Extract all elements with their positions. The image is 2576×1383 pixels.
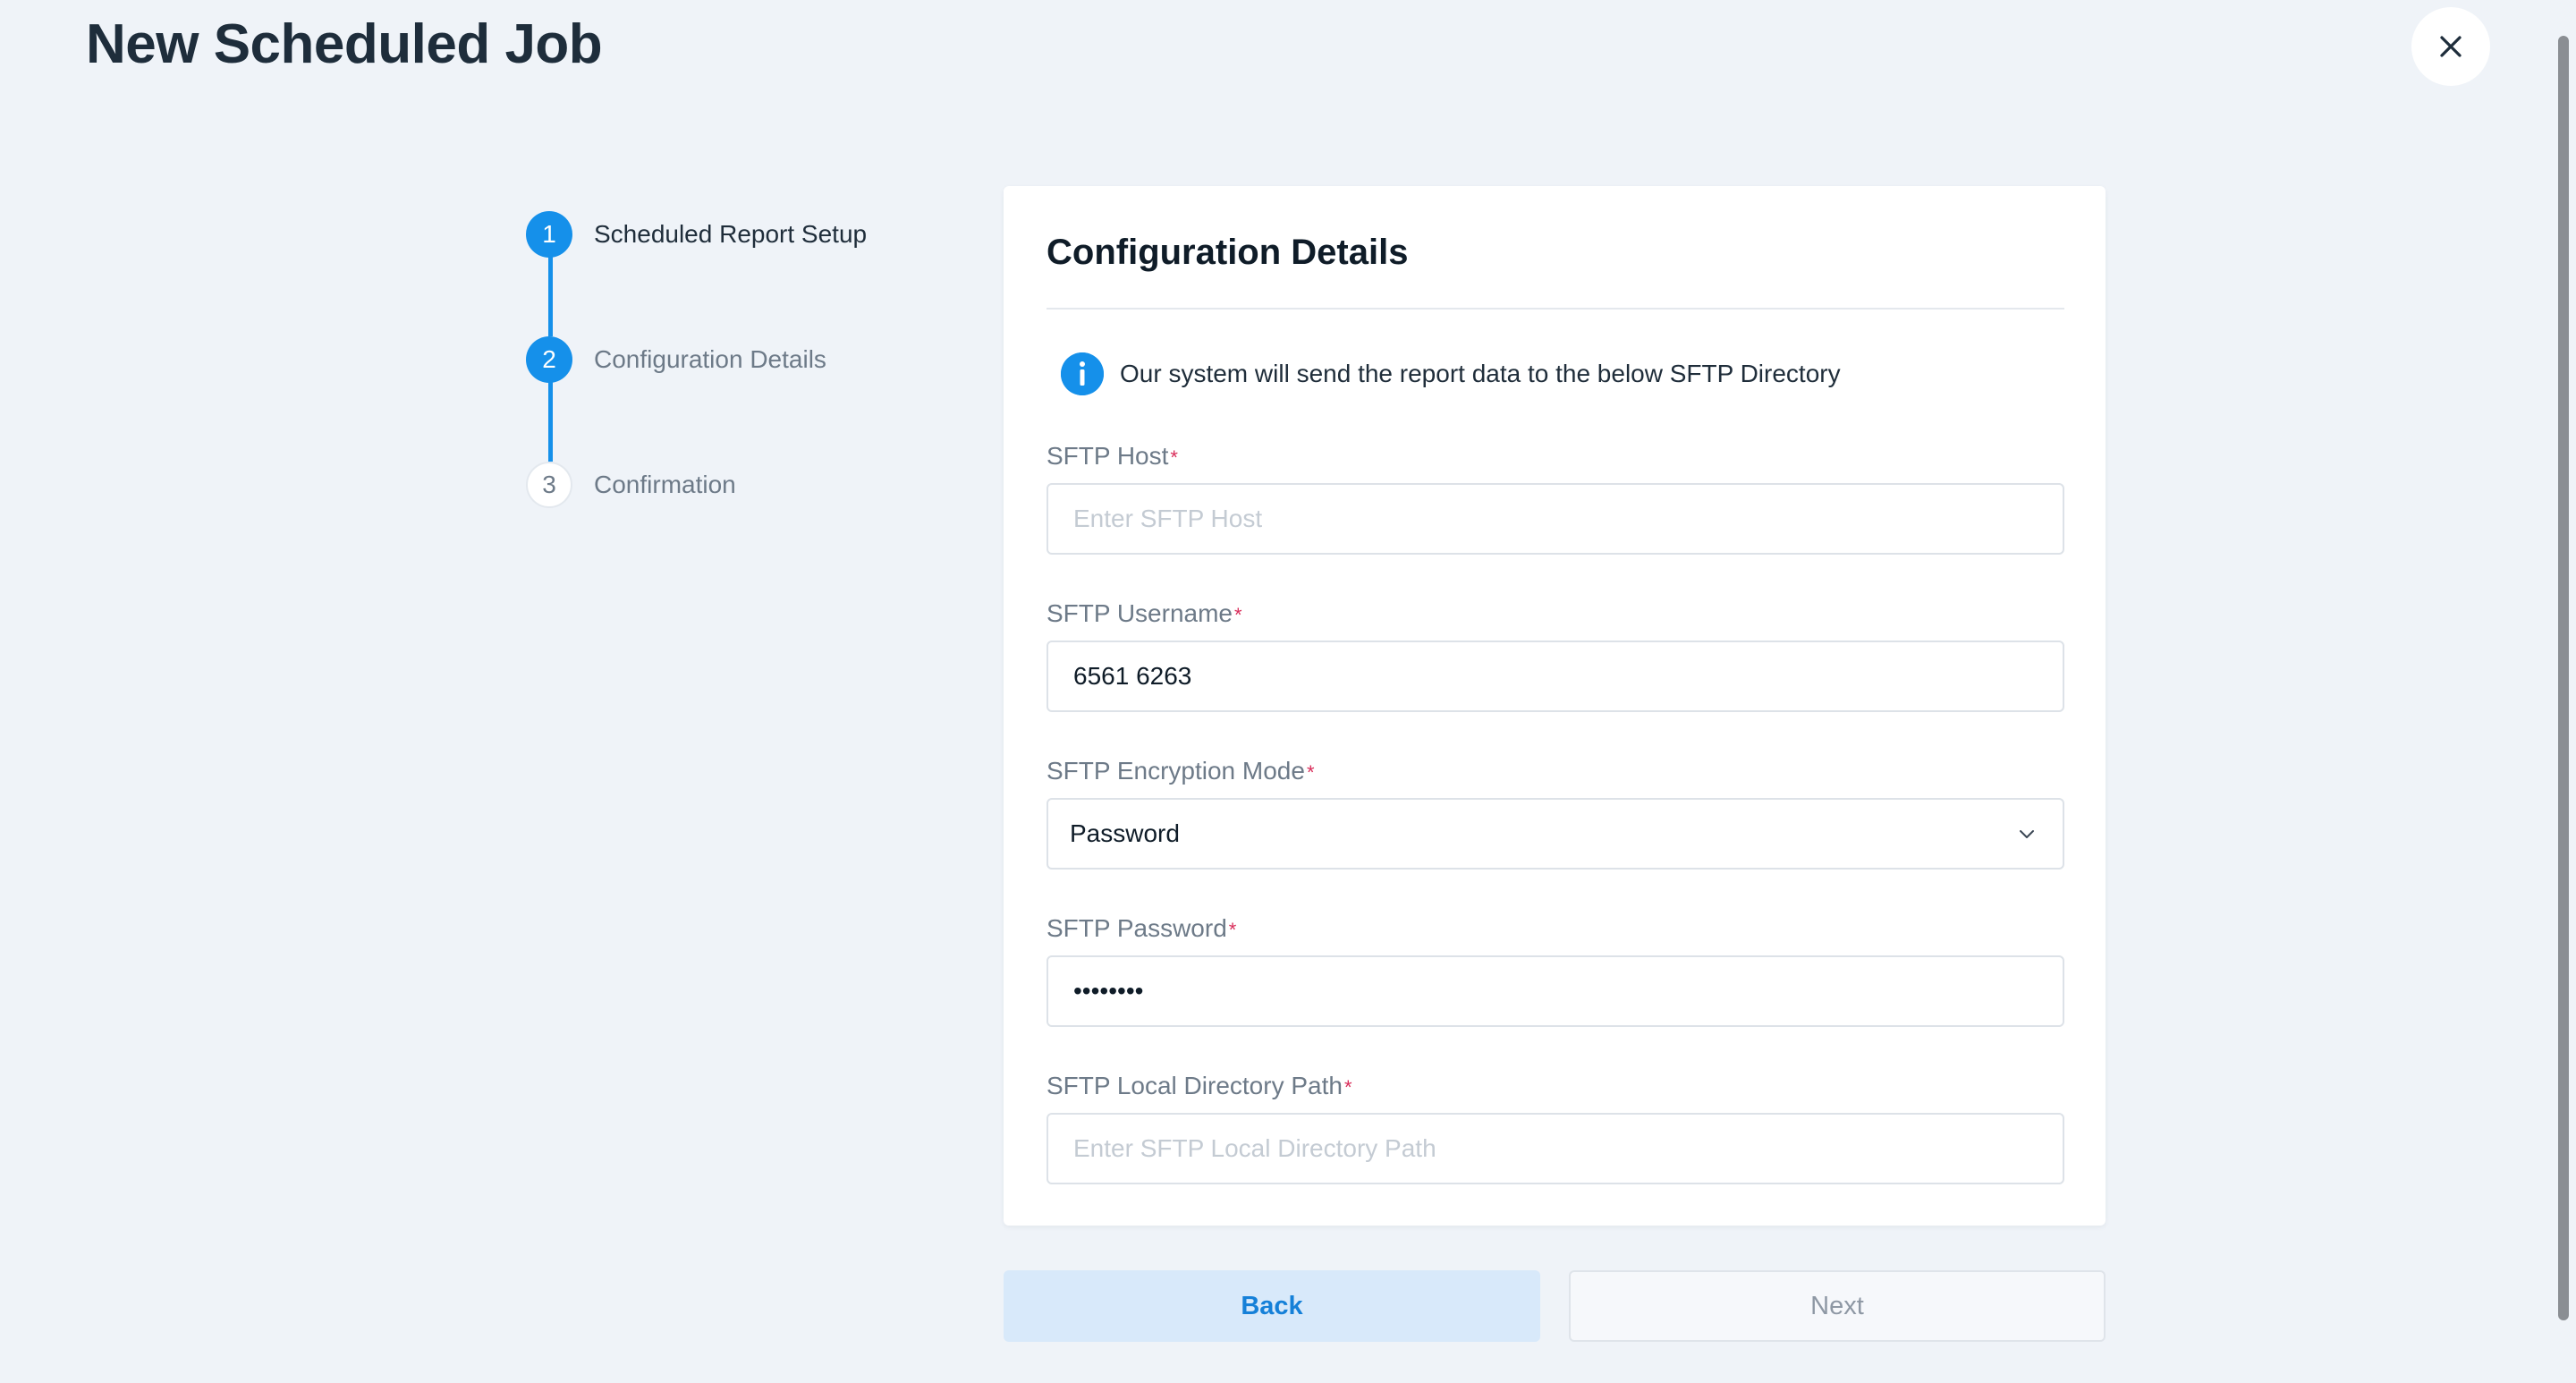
required-mark: * (1228, 919, 1237, 941)
sftp-host-label: SFTP Host* (1046, 442, 1178, 471)
sftp-encryption-mode-select[interactable]: Password (1046, 798, 2064, 870)
chevron-down-icon (2020, 830, 2034, 838)
page-title: New Scheduled Job (86, 13, 603, 75)
stepper: 1 Scheduled Report Setup 2 Configuration… (526, 211, 902, 508)
step-configuration-details[interactable]: 2 Configuration Details (526, 336, 826, 383)
step-label: Confirmation (594, 471, 736, 498)
divider (1046, 308, 2064, 310)
close-icon (2440, 36, 2462, 57)
step-label: Scheduled Report Setup (594, 220, 868, 248)
sftp-host-input[interactable] (1046, 483, 2064, 555)
configuration-card: Configuration Details Our system will se… (1004, 186, 2106, 1226)
label-text: SFTP Host (1046, 442, 1169, 470)
step-number-badge: 1 (526, 211, 572, 258)
sftp-username-label: SFTP Username* (1046, 599, 1242, 628)
required-mark: * (1343, 1076, 1352, 1099)
select-value: Password (1070, 819, 1180, 847)
sftp-local-directory-path-input[interactable] (1046, 1113, 2064, 1184)
scrollbar[interactable] (2558, 36, 2569, 1320)
close-button[interactable] (2411, 7, 2490, 86)
sftp-password-input[interactable] (1046, 955, 2064, 1027)
label-text: SFTP Password (1046, 914, 1227, 942)
sftp-local-directory-path-label: SFTP Local Directory Path* (1046, 1072, 1352, 1100)
label-text: SFTP Encryption Mode (1046, 757, 1305, 785)
back-button[interactable]: Back (1004, 1270, 1540, 1342)
info-icon (1061, 352, 1104, 395)
sftp-username-input[interactable] (1046, 641, 2064, 712)
required-mark: * (1170, 446, 1178, 469)
sftp-password-label: SFTP Password* (1046, 914, 1236, 943)
required-mark: * (1306, 761, 1315, 784)
info-banner: Our system will send the report data to … (1061, 352, 1841, 395)
required-mark: * (1234, 604, 1242, 626)
step-number-badge: 3 (526, 462, 572, 508)
step-label: Configuration Details (594, 345, 826, 373)
step-scheduled-report-setup[interactable]: 1 Scheduled Report Setup (526, 211, 867, 258)
next-button[interactable]: Next (1569, 1270, 2106, 1342)
label-text: SFTP Username (1046, 599, 1233, 627)
card-title: Configuration Details (1046, 233, 1409, 272)
step-connector (548, 381, 553, 462)
sftp-encryption-mode-label: SFTP Encryption Mode* (1046, 757, 1315, 785)
step-connector (548, 256, 553, 336)
info-text: Our system will send the report data to … (1120, 360, 1841, 387)
label-text: SFTP Local Directory Path (1046, 1072, 1343, 1099)
step-confirmation: 3 Confirmation (526, 462, 736, 508)
step-number-badge: 2 (526, 336, 572, 383)
